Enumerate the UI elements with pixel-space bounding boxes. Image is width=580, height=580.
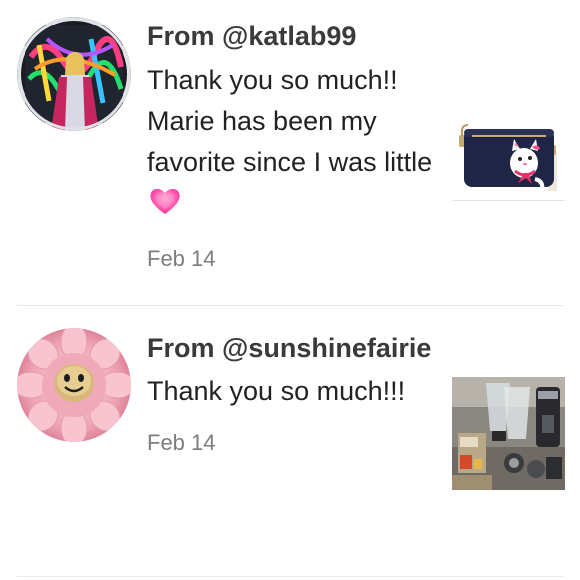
- product-thumbnail[interactable]: [452, 87, 565, 201]
- message-body: Thank you so much!! Marie has been my fa…: [147, 65, 433, 177]
- message-text: Thank you so much!!!: [147, 376, 406, 406]
- timestamp: Feb 14: [147, 430, 216, 455]
- notification-item[interactable]: From @sunshinefairie Thank you so much!!…: [0, 306, 580, 580]
- notification-item[interactable]: From @katlab99 Thank you so much!! Marie…: [0, 0, 580, 305]
- divider: [17, 576, 563, 577]
- notification-feed: From @katlab99 Thank you so much!! Marie…: [0, 0, 580, 580]
- notification-text: From @sunshinefairie Thank you so much!!…: [147, 328, 437, 457]
- sender-label[interactable]: From @sunshinefairie: [147, 328, 437, 369]
- avatar-neon-image: [17, 17, 131, 131]
- user-avatar[interactable]: [17, 17, 131, 131]
- sender-label[interactable]: From @katlab99: [147, 16, 437, 57]
- notification-text: From @katlab99 Thank you so much!! Marie…: [147, 16, 437, 273]
- pink-heart-icon: [148, 186, 182, 228]
- product-thumbnail[interactable]: [452, 377, 565, 490]
- avatar-flower-image: [17, 328, 131, 442]
- bag-thumbnail-image: [452, 87, 565, 200]
- message-text: Thank you so much!! Marie has been my fa…: [147, 60, 437, 228]
- timestamp: Feb 14: [147, 246, 216, 271]
- blender-thumbnail-image: [452, 377, 565, 490]
- user-avatar[interactable]: [17, 328, 131, 442]
